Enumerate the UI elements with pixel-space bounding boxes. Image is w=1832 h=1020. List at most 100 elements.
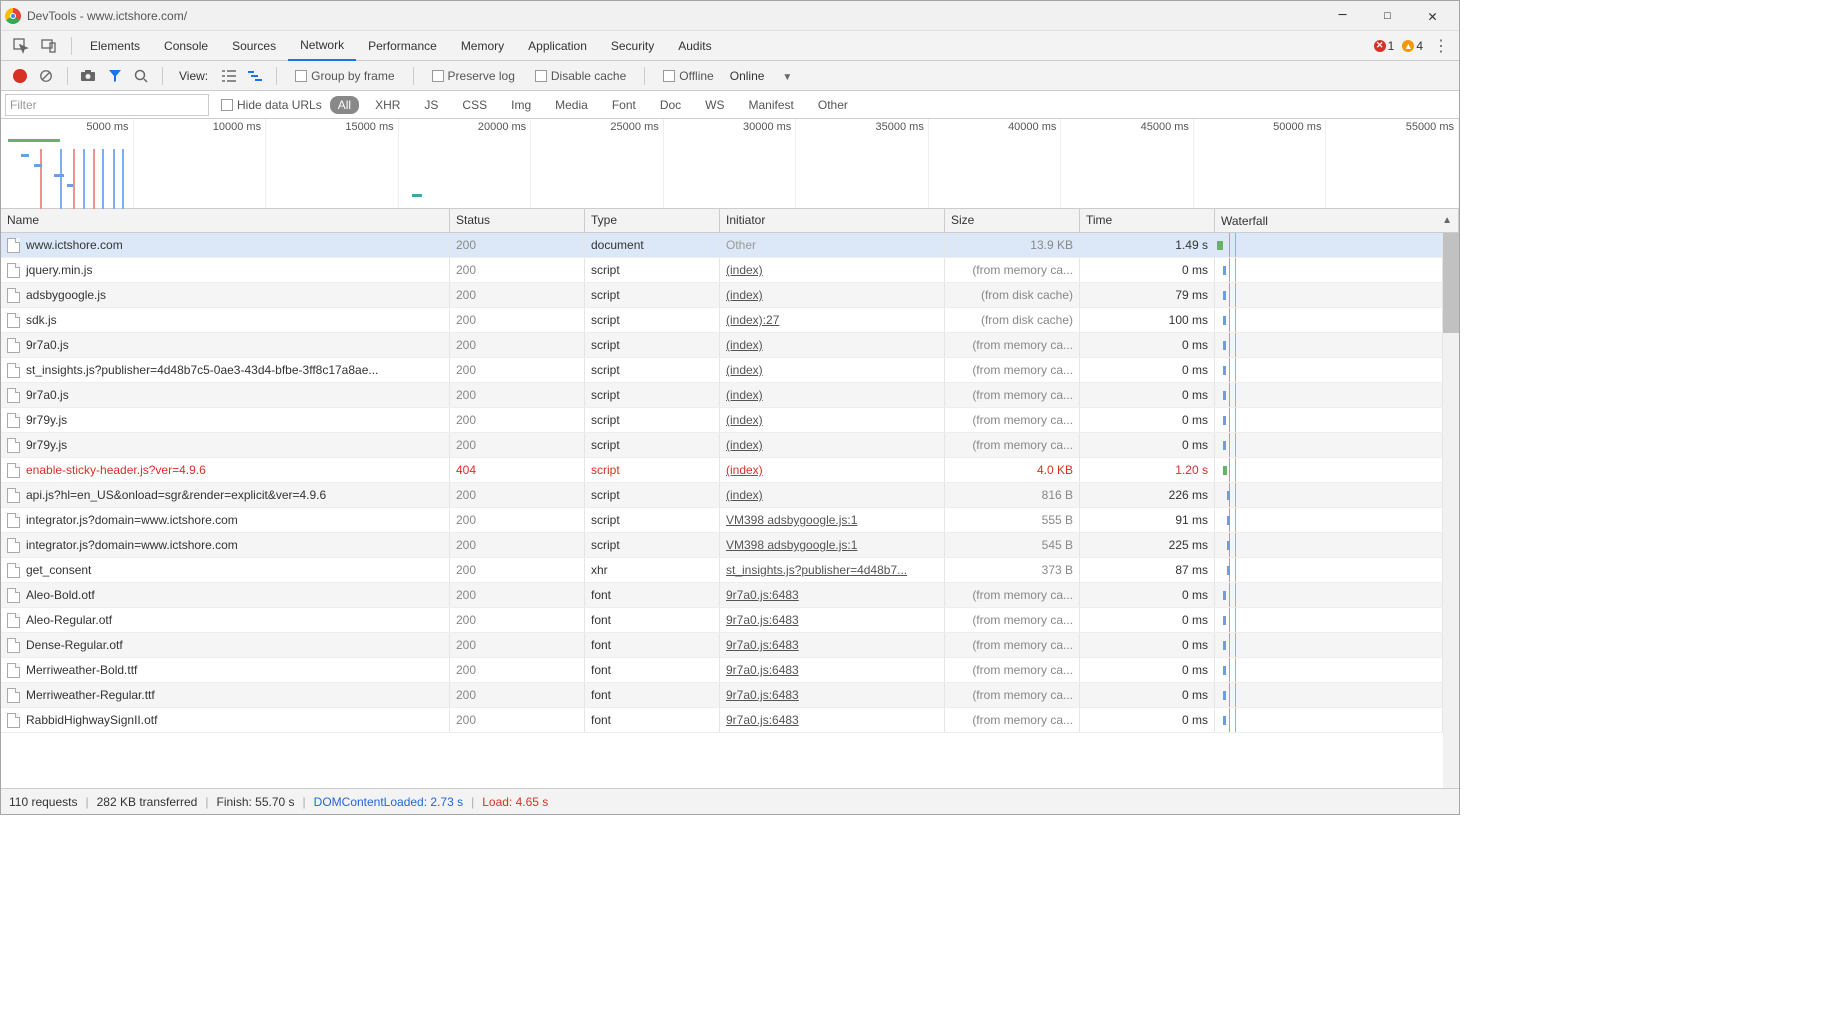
request-initiator[interactable]: (index) [726,363,763,377]
request-row[interactable]: www.ictshore.com200documentOther13.9 KB1… [1,233,1443,258]
warning-count-badge[interactable]: ▲4 [1402,39,1423,53]
throttle-select[interactable]: Online▼ [730,69,793,83]
tab-performance[interactable]: Performance [356,31,449,61]
request-time: 0 ms [1080,358,1215,382]
tab-elements[interactable]: Elements [78,31,152,61]
column-size[interactable]: Size [945,209,1080,232]
request-initiator[interactable]: (index) [726,488,763,502]
request-row[interactable]: 9r79y.js200script(index)(from memory ca.… [1,408,1443,433]
filter-type-font[interactable]: Font [604,96,644,114]
view-label: View: [179,69,208,83]
search-icon[interactable] [130,65,152,87]
request-row[interactable]: 9r7a0.js200script(index)(from memory ca.… [1,383,1443,408]
column-waterfall[interactable]: Waterfall▲ [1215,209,1459,232]
error-count-badge[interactable]: ✕1 [1374,39,1395,53]
request-row[interactable]: integrator.js?domain=www.ictshore.com200… [1,533,1443,558]
clear-button[interactable] [35,65,57,87]
request-initiator[interactable]: st_insights.js?publisher=4d48b7... [726,563,907,577]
timeline-overview[interactable]: 5000 ms10000 ms15000 ms20000 ms25000 ms3… [1,119,1459,209]
request-initiator[interactable]: 9r7a0.js:6483 [726,588,799,602]
filter-type-doc[interactable]: Doc [652,96,689,114]
device-toolbar-icon[interactable] [37,34,61,58]
request-initiator[interactable]: (index) [726,263,763,277]
request-row[interactable]: integrator.js?domain=www.ictshore.com200… [1,508,1443,533]
request-initiator[interactable]: 9r7a0.js:6483 [726,663,799,677]
request-initiator[interactable]: 9r7a0.js:6483 [726,688,799,702]
request-row[interactable]: RabbidHighwaySignII.otf200font9r7a0.js:6… [1,708,1443,733]
file-icon [7,463,20,478]
request-row[interactable]: st_insights.js?publisher=4d48b7c5-0ae3-4… [1,358,1443,383]
request-row[interactable]: api.js?hl=en_US&onload=sgr&render=explic… [1,483,1443,508]
filter-type-img[interactable]: Img [503,96,539,114]
request-initiator[interactable]: VM398 adsbygoogle.js:1 [726,538,857,552]
disable-cache-checkbox[interactable]: Disable cache [535,69,626,83]
filter-type-css[interactable]: CSS [454,96,495,114]
tab-security[interactable]: Security [599,31,666,61]
tab-sources[interactable]: Sources [220,31,288,61]
request-initiator[interactable]: (index) [726,388,763,402]
filter-type-other[interactable]: Other [810,96,856,114]
capture-screenshot-icon[interactable] [78,65,100,87]
request-size: 555 B [945,508,1080,532]
filter-type-xhr[interactable]: XHR [367,96,408,114]
large-rows-icon[interactable] [218,65,240,87]
tab-console[interactable]: Console [152,31,220,61]
request-row[interactable]: Merriweather-Regular.ttf200font9r7a0.js:… [1,683,1443,708]
request-row[interactable]: enable-sticky-header.js?ver=4.9.6404scri… [1,458,1443,483]
request-row[interactable]: Merriweather-Bold.ttf200font9r7a0.js:648… [1,658,1443,683]
waterfall-overview-icon[interactable] [244,65,266,87]
request-row[interactable]: adsbygoogle.js200script(index)(from disk… [1,283,1443,308]
request-initiator[interactable]: 9r7a0.js:6483 [726,638,799,652]
filter-icon[interactable] [104,65,126,87]
scrollbar[interactable] [1443,233,1459,788]
more-menu-icon[interactable]: ⋮ [1431,36,1451,56]
request-initiator[interactable]: (index) [726,413,763,427]
column-initiator[interactable]: Initiator [720,209,945,232]
hide-data-urls-checkbox[interactable]: Hide data URLs [221,98,322,112]
tab-audits[interactable]: Audits [666,31,723,61]
tab-network[interactable]: Network [288,31,356,61]
column-status[interactable]: Status [450,209,585,232]
maximize-button[interactable]: ☐ [1365,1,1410,30]
record-button[interactable] [9,65,31,87]
preserve-log-checkbox[interactable]: Preserve log [432,69,515,83]
request-type: font [585,683,720,707]
filter-type-all[interactable]: All [330,96,359,114]
request-initiator[interactable]: (index) [726,463,763,477]
offline-checkbox[interactable]: Offline [663,69,713,83]
request-initiator[interactable]: (index) [726,438,763,452]
request-row[interactable]: Aleo-Bold.otf200font9r7a0.js:6483(from m… [1,583,1443,608]
filter-type-media[interactable]: Media [547,96,596,114]
filter-type-ws[interactable]: WS [697,96,732,114]
filter-type-js[interactable]: JS [416,96,446,114]
request-row[interactable]: get_consent200xhrst_insights.js?publishe… [1,558,1443,583]
request-row[interactable]: sdk.js200script(index):27(from disk cach… [1,308,1443,333]
table-body[interactable]: www.ictshore.com200documentOther13.9 KB1… [1,233,1443,788]
request-initiator[interactable]: VM398 adsbygoogle.js:1 [726,513,857,527]
request-row[interactable]: 9r79y.js200script(index)(from memory ca.… [1,433,1443,458]
request-initiator[interactable]: 9r7a0.js:6483 [726,713,799,727]
filter-type-manifest[interactable]: Manifest [741,96,802,114]
inspect-element-icon[interactable] [9,34,33,58]
request-initiator[interactable]: (index):27 [726,313,779,327]
column-type[interactable]: Type [585,209,720,232]
tab-memory[interactable]: Memory [449,31,516,61]
request-row[interactable]: jquery.min.js200script(index)(from memor… [1,258,1443,283]
request-row[interactable]: Aleo-Regular.otf200font9r7a0.js:6483(fro… [1,608,1443,633]
minimize-button[interactable]: ─ [1320,1,1365,30]
request-row[interactable]: Dense-Regular.otf200font9r7a0.js:6483(fr… [1,633,1443,658]
request-row[interactable]: 9r7a0.js200script(index)(from memory ca.… [1,333,1443,358]
tab-application[interactable]: Application [516,31,599,61]
group-by-frame-checkbox[interactable]: Group by frame [295,69,394,83]
request-table: Name Status Type Initiator Size Time Wat… [1,209,1459,788]
request-initiator[interactable]: (index) [726,338,763,352]
filter-input[interactable]: Filter [5,94,209,116]
column-name[interactable]: Name [1,209,450,232]
request-initiator[interactable]: (index) [726,288,763,302]
request-waterfall [1215,608,1443,632]
request-name: st_insights.js?publisher=4d48b7c5-0ae3-4… [26,363,378,377]
request-waterfall [1215,283,1443,307]
request-initiator[interactable]: 9r7a0.js:6483 [726,613,799,627]
column-time[interactable]: Time [1080,209,1215,232]
close-button[interactable]: ✕ [1410,1,1455,30]
